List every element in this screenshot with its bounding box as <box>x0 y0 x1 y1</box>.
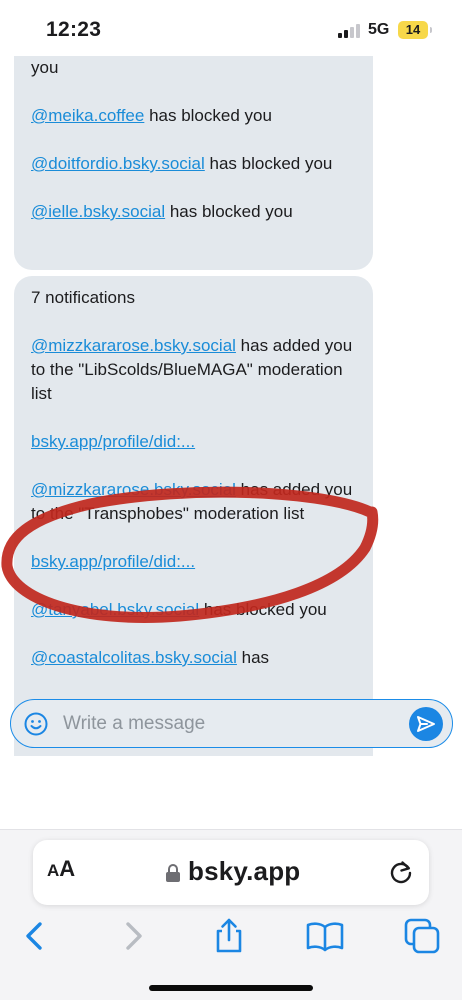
url-text: bsky.app <box>188 856 301 886</box>
send-icon <box>417 716 435 732</box>
status-time: 12:23 <box>46 18 102 41</box>
message-line: you <box>31 56 356 80</box>
list-link[interactable]: bsky.app/profile/did:... <box>31 552 195 571</box>
profile-link[interactable]: @ielle.bsky.social <box>31 202 165 221</box>
message-line: @mizzkararose.bsky.social has added you … <box>31 478 356 526</box>
cellular-signal-icon <box>338 24 362 38</box>
message-composer <box>10 699 453 748</box>
message-text: has blocked you <box>144 106 272 125</box>
battery-tip <box>430 27 432 33</box>
message-text: has blocked you <box>204 154 333 173</box>
message-input[interactable] <box>63 711 393 737</box>
message-line: @mizzkararose.bsky.social has added you … <box>31 334 356 406</box>
message-line: @ielle.bsky.social has blocked you <box>31 200 356 224</box>
network-type: 5G <box>368 21 390 38</box>
message-text: has blocked you <box>199 600 327 619</box>
reader-settings-button[interactable]: AA <box>47 856 75 882</box>
tabs-icon[interactable] <box>402 916 442 956</box>
address-bar[interactable]: AA bsky.app <box>33 840 429 905</box>
lock-icon <box>166 864 180 882</box>
forward-icon[interactable] <box>112 916 152 956</box>
back-icon[interactable] <box>16 916 56 956</box>
message-thread[interactable]: you @meika.coffee has blocked you @doitf… <box>0 56 462 756</box>
message-text: has blocked you <box>165 202 293 221</box>
profile-link[interactable]: @mizzkararose.bsky.social <box>31 336 236 355</box>
profile-link[interactable]: @tanyabel.bsky.social <box>31 600 199 619</box>
browser-toolbar: AA bsky.app <box>0 829 462 1000</box>
message-line: @coastalcolitas.bsky.social has <box>31 646 356 670</box>
reload-icon[interactable] <box>388 859 414 885</box>
message-bubble: 7 notifications @mizzkararose.bsky.socia… <box>14 276 373 756</box>
bookmarks-icon[interactable] <box>305 916 345 956</box>
profile-link[interactable]: @meika.coffee <box>31 106 144 125</box>
share-icon[interactable] <box>209 916 249 956</box>
message-line: @tanyabel.bsky.social has blocked you <box>31 598 356 622</box>
status-bar: 12:23 5G 14 <box>0 0 462 56</box>
message-line: bsky.app/profile/did:... <box>31 550 356 574</box>
battery-icon: 14 <box>398 21 428 39</box>
message-line: @meika.coffee has blocked you <box>31 104 356 128</box>
profile-link[interactable]: @mizzkararose.bsky.social <box>31 480 236 499</box>
emoji-icon[interactable] <box>24 712 48 736</box>
send-button[interactable] <box>409 707 443 741</box>
message-line: @doitfordio.bsky.social has blocked you <box>31 152 356 176</box>
message-text: you <box>31 58 59 77</box>
message-text: has <box>236 648 270 667</box>
home-indicator <box>149 985 313 991</box>
profile-link[interactable]: @doitfordio.bsky.social <box>31 154 205 173</box>
message-line: bsky.app/profile/did:... <box>31 430 356 454</box>
profile-link[interactable]: @coastalcolitas.bsky.social <box>31 648 237 667</box>
message-bubble: you @meika.coffee has blocked you @doitf… <box>14 56 373 270</box>
notifications-header: 7 notifications <box>31 288 135 307</box>
list-link[interactable]: bsky.app/profile/did:... <box>31 432 195 451</box>
